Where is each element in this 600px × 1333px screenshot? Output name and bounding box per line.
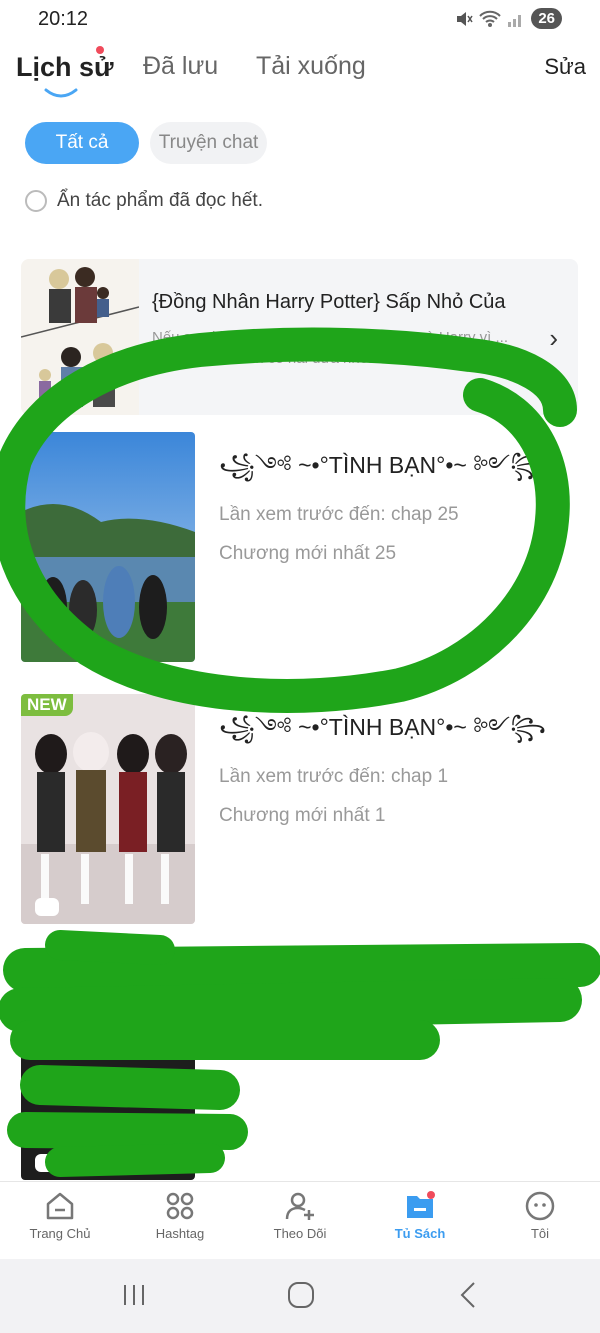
user-plus-icon [285, 1192, 314, 1220]
nav-label: Hashtag [155, 1226, 205, 1241]
nav-label: Tủ Sách [394, 1226, 446, 1241]
filter-chat-chip[interactable]: Truyện chat [150, 122, 267, 164]
tab-downloads[interactable]: Tải xuống [256, 52, 366, 81]
mute-icon [457, 11, 473, 26]
story-title: ꧁༺ ~•°TÌNH BẠN°•~ ༻꧂ [219, 452, 546, 478]
status-icons: 26 [455, 8, 562, 29]
story-title: ꧁༺ ~•°TÌNH BẠN°•~ ༻꧂ [219, 714, 546, 740]
system-navigation-bar [0, 1259, 600, 1333]
bookshelf-icon [407, 1191, 435, 1218]
story-cover-image [21, 432, 195, 662]
status-bar: 20:12 26 [0, 0, 600, 40]
history-item[interactable]: NEW ꧁༺ ~•°TÌNH BẠN°•~ ༻꧂ Lần xem trước đ… [21, 694, 581, 926]
latest-chapter: Chương mới nhất 25 [219, 543, 397, 564]
nav-label: Trang Chủ [29, 1226, 91, 1241]
nav-label: Tôi [530, 1226, 550, 1241]
story-cover-image: NEW [21, 694, 195, 924]
featured-story-card[interactable]: {Đồng Nhân Harry Potter} Sấp Nhỏ Của Nếu… [21, 259, 578, 415]
home-icon [46, 1192, 74, 1220]
bottom-navigation: Trang Chủ Hashtag Theo Dõi Tủ Sách Tôi [0, 1181, 600, 1260]
signal-icon [508, 14, 522, 27]
face-icon [525, 1191, 555, 1221]
wifi-icon [479, 10, 502, 27]
nav-bookshelf[interactable]: Tủ Sách [360, 1190, 480, 1241]
recent-apps-icon[interactable] [120, 1279, 148, 1311]
radio-button[interactable] [25, 190, 47, 212]
hide-read-toggle[interactable]: Ẩn tác phẩm đã đọc hết. [25, 190, 263, 212]
chevron-right-icon[interactable]: › [549, 323, 558, 354]
back-icon[interactable] [456, 1279, 482, 1311]
grid-icon [166, 1192, 194, 1220]
featured-cover-image [21, 259, 140, 415]
last-read-chapter: Lần xem trước đến: chap 1 [219, 766, 449, 787]
active-tab-indicator [44, 88, 78, 98]
home-circle-icon[interactable] [286, 1279, 316, 1311]
nav-home[interactable]: Trang Chủ [0, 1190, 120, 1241]
hide-read-label: Ẩn tác phẩm đã đọc hết. [57, 190, 263, 211]
nav-following[interactable]: Theo Dõi [240, 1190, 360, 1241]
history-item[interactable]: ꧁༺ ~•°TÌNH BẠN°•~ ༻꧂ Lần xem trước đến: … [21, 432, 581, 664]
featured-description: Nếu sau khi chiến tranh kết thúc, Draco … [152, 329, 508, 367]
top-tab-bar: Lịch sử Đã lưu Tải xuống Sửa [0, 44, 600, 104]
chat-bubble-icon [35, 898, 59, 916]
new-badge: NEW [21, 694, 73, 716]
story-cover-image [21, 956, 195, 1180]
featured-title: {Đồng Nhân Harry Potter} Sấp Nhỏ Của [152, 291, 506, 313]
filter-all-chip[interactable]: Tất cả [25, 122, 139, 164]
nav-hashtag[interactable]: Hashtag [120, 1190, 240, 1241]
notification-dot [96, 46, 104, 54]
tab-saved[interactable]: Đã lưu [143, 52, 218, 81]
nav-label: Theo Dõi [273, 1226, 327, 1241]
edit-button[interactable]: Sửa [544, 54, 586, 80]
last-read-chapter: Lần xem trước đến: chap 25 [219, 504, 459, 525]
history-item[interactable] [21, 956, 581, 1180]
latest-chapter: Chương mới nhất 1 [219, 805, 386, 826]
battery-indicator: 26 [531, 8, 562, 29]
status-time: 20:12 [38, 8, 89, 30]
nav-me[interactable]: Tôi [480, 1190, 600, 1241]
chat-bubble-icon [35, 1154, 59, 1172]
tab-history[interactable]: Lịch sử [16, 52, 114, 83]
